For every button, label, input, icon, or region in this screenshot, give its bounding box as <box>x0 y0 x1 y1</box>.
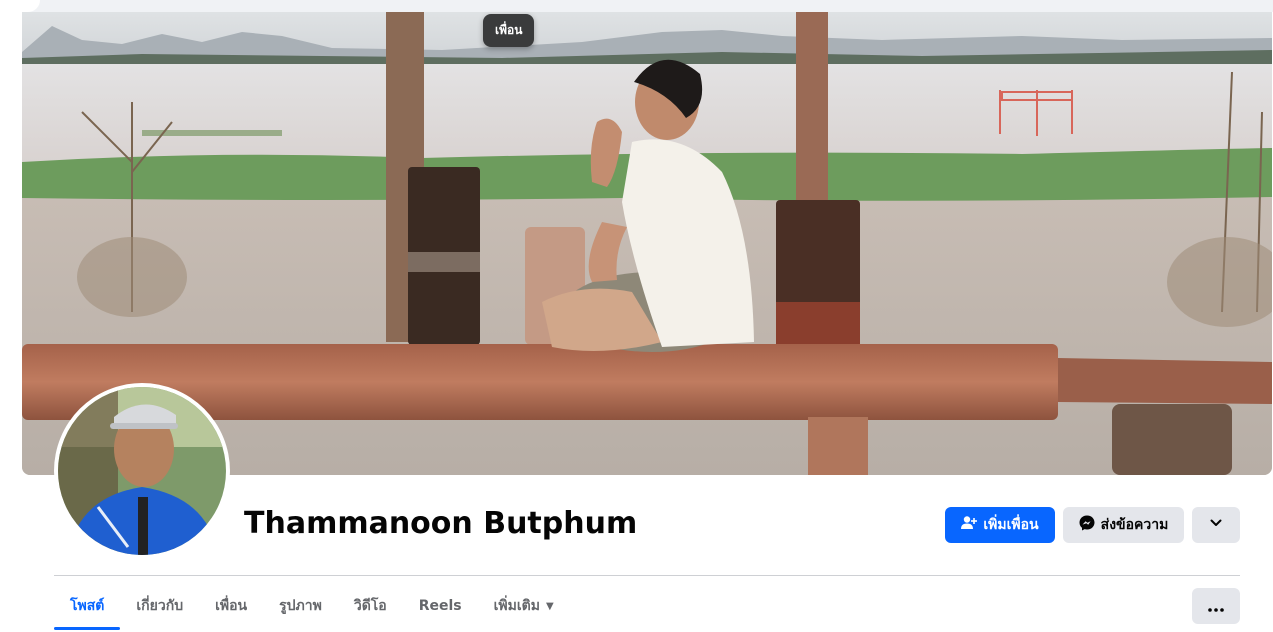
message-button[interactable]: ส่งข้อความ <box>1063 507 1184 543</box>
add-friend-icon <box>961 515 978 535</box>
avatar-photo <box>58 387 226 555</box>
tab-label: รูปภาพ <box>279 598 322 614</box>
tab-label: วิดีโอ <box>353 598 387 614</box>
profile-divider <box>54 575 1240 576</box>
messenger-icon <box>1079 515 1095 535</box>
profile-tabs: โพสต์ เกี่ยวกับ เพื่อน รูปภาพ วิดีโอ Ree… <box>54 586 570 630</box>
tab-photos[interactable]: รูปภาพ <box>263 586 338 626</box>
friends-tooltip: เพื่อน <box>483 14 535 47</box>
profile-name: Thammanoon Butphum <box>244 506 638 541</box>
tab-about[interactable]: เกี่ยวกับ <box>120 586 199 626</box>
add-friend-button[interactable]: เพิ่มเพื่อน <box>945 507 1055 543</box>
top-strip <box>0 0 1273 12</box>
tab-label: Reels <box>418 598 462 614</box>
message-label: ส่งข้อความ <box>1100 517 1169 533</box>
caret-down-icon: ▼ <box>545 600 554 612</box>
profile-avatar[interactable] <box>54 383 230 559</box>
tab-label: เพิ่มเติม <box>493 598 540 614</box>
tab-label: เกี่ยวกับ <box>136 598 184 614</box>
tab-videos[interactable]: วิดีโอ <box>338 586 403 626</box>
chevron-down-icon <box>1209 516 1223 534</box>
tab-more[interactable]: เพิ่มเติม ▼ <box>478 586 570 626</box>
cover-photo-image <box>22 12 1272 475</box>
more-actions-button[interactable] <box>1192 507 1240 543</box>
tab-reels[interactable]: Reels <box>403 586 478 626</box>
tab-posts[interactable]: โพสต์ <box>54 586 121 630</box>
tab-label: เพื่อน <box>215 598 248 614</box>
overflow-menu-button[interactable] <box>1192 588 1240 624</box>
tab-label: โพสต์ <box>70 598 105 614</box>
more-dots-icon <box>1208 597 1224 616</box>
tab-friends[interactable]: เพื่อน <box>199 586 263 626</box>
add-friend-label: เพิ่มเพื่อน <box>983 517 1039 533</box>
cover-photo[interactable] <box>22 12 1272 475</box>
